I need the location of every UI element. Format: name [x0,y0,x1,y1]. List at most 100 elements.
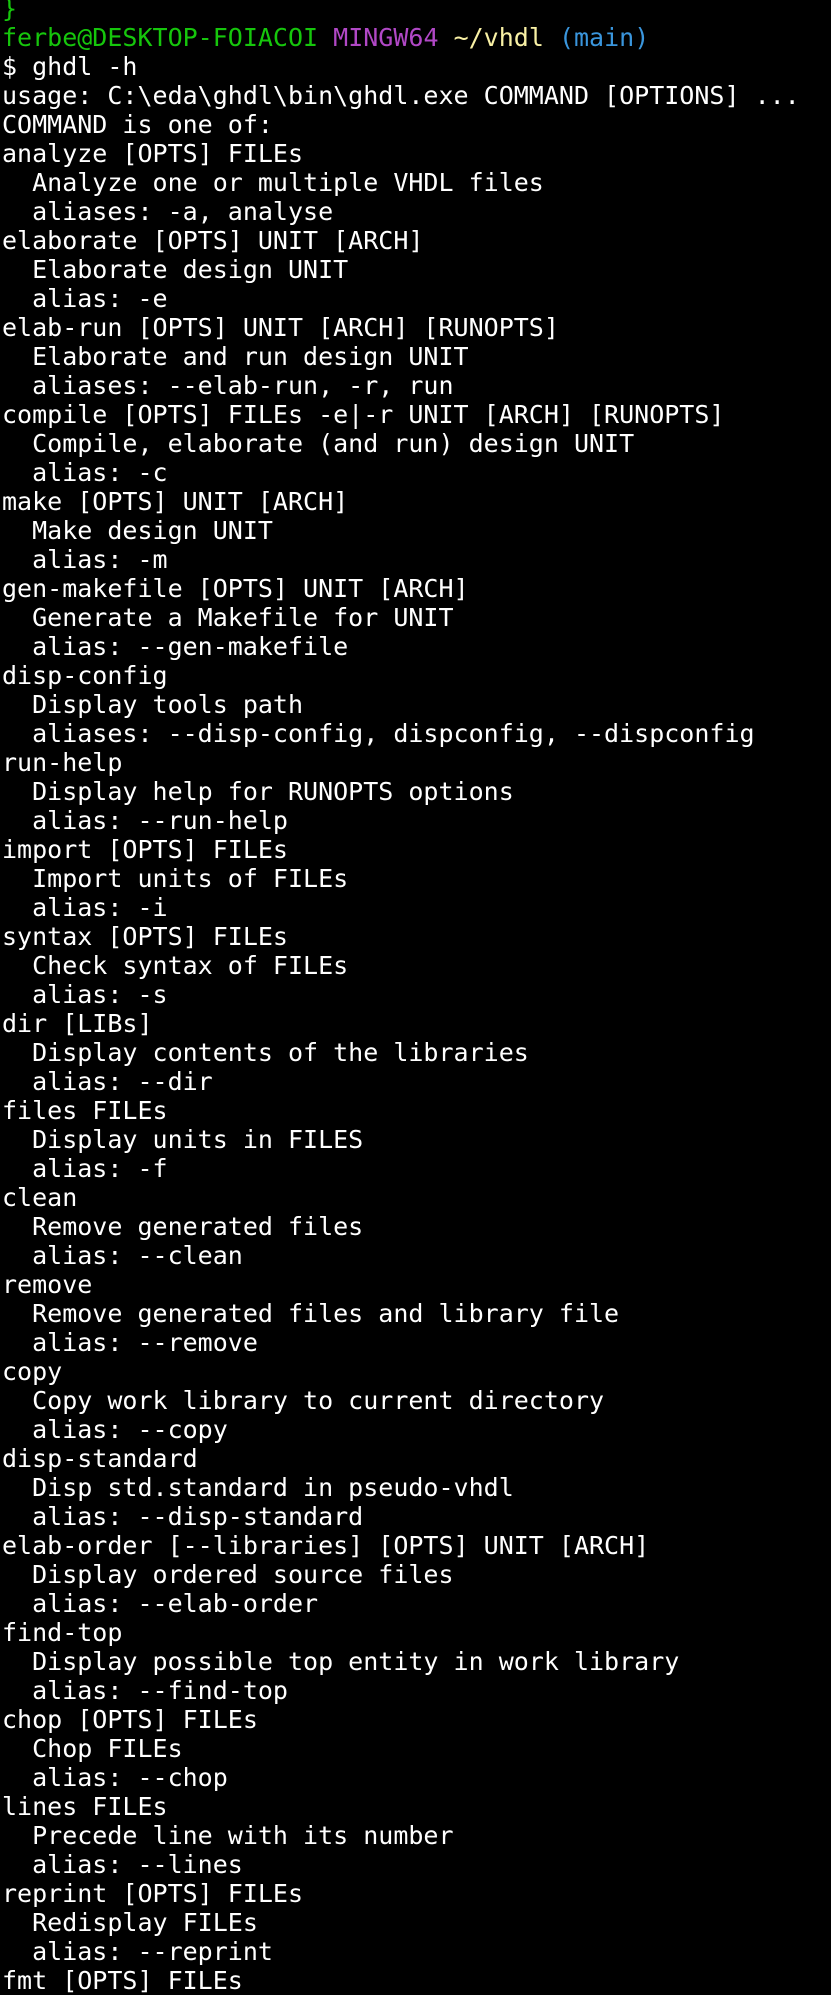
terminal-line: analyze [OPTS] FILEs [2,139,831,168]
terminal-line: alias: -c [2,458,831,487]
terminal-text-segment: alias: --gen-makefile [2,632,349,661]
terminal-line: make [OPTS] UNIT [ARCH] [2,487,831,516]
terminal-text-segment: lines FILEs [2,1792,168,1821]
terminal-line: fmt [OPTS] FILEs [2,1966,831,1995]
terminal-text-segment: alias: --remove [2,1328,258,1357]
terminal-text-segment: alias: --lines [2,1850,243,1879]
terminal-text-segment: chop [OPTS] FILEs [2,1705,258,1734]
terminal-line: elaborate [OPTS] UNIT [ARCH] [2,226,831,255]
terminal-line: alias: -m [2,545,831,574]
terminal-text-segment: alias: -c [2,458,168,487]
terminal-line: Analyze one or multiple VHDL files [2,168,831,197]
terminal-text-segment: alias: --dir [2,1067,213,1096]
terminal-text-segment: COMMAND is one of: [2,110,273,139]
terminal-line: alias: --disp-standard [2,1502,831,1531]
terminal-line: $ ghdl -h [2,52,831,81]
terminal-line: elab-run [OPTS] UNIT [ARCH] [RUNOPTS] [2,313,831,342]
terminal-text-segment: compile [OPTS] FILEs -e|-r UNIT [ARCH] [… [2,400,725,429]
terminal-text-segment: clean [2,1183,78,1212]
terminal-text-segment: $ ghdl -h [2,52,138,81]
terminal-text-segment: files FILEs [2,1096,168,1125]
terminal-line: aliases: --disp-config, dispconfig, --di… [2,719,831,748]
terminal-line: disp-config [2,661,831,690]
terminal-line: Precede line with its number [2,1821,831,1850]
terminal-line: usage: C:\eda\ghdl\bin\ghdl.exe COMMAND … [2,81,831,110]
terminal-line: } [2,0,831,23]
terminal-line: clean [2,1183,831,1212]
terminal-line: Disp std.standard in pseudo-vhdl [2,1473,831,1502]
terminal-text-segment: gen-makefile [OPTS] UNIT [ARCH] [2,574,469,603]
terminal-text-segment: Copy work library to current directory [2,1386,605,1415]
terminal-text-segment: Generate a Makefile for UNIT [2,603,454,632]
terminal-text-segment: Precede line with its number [2,1821,454,1850]
terminal-text-segment: Analyze one or multiple VHDL files [2,168,544,197]
terminal-line: Make design UNIT [2,516,831,545]
terminal-text-segment: MINGW64 [333,23,439,52]
terminal-output[interactable]: } ferbe@DESKTOP-FOIACOI MINGW64 ~/vhdl (m… [2,0,831,1995]
terminal-line: syntax [OPTS] FILEs [2,922,831,951]
terminal-text-segment: Display ordered source files [2,1560,454,1589]
terminal-line: disp-standard [2,1444,831,1473]
terminal-line: Copy work library to current directory [2,1386,831,1415]
terminal-text-segment: usage: C:\eda\ghdl\bin\ghdl.exe COMMAND … [2,81,800,110]
terminal-line: lines FILEs [2,1792,831,1821]
terminal-line: Display possible top entity in work libr… [2,1647,831,1676]
terminal-line: Chop FILEs [2,1734,831,1763]
terminal-line: alias: --elab-order [2,1589,831,1618]
terminal-text-segment: alias: -s [2,980,168,1009]
terminal-text-segment: Display tools path [2,690,304,719]
terminal-text-segment: Make design UNIT [2,516,273,545]
terminal-line: Display help for RUNOPTS options [2,777,831,806]
terminal-text-segment: alias: -e [2,284,168,313]
terminal-text-segment: disp-standard [2,1444,198,1473]
terminal-text-segment: remove [2,1270,93,1299]
terminal-text-segment: (main) [558,23,650,52]
terminal-text-segment: alias: -m [2,545,168,574]
terminal-line: alias: --remove [2,1328,831,1357]
terminal-line: Remove generated files and library file [2,1299,831,1328]
terminal-line: alias: --run-help [2,806,831,835]
terminal-text-segment: Chop FILEs [2,1734,183,1763]
terminal-text-segment: elaborate [OPTS] UNIT [ARCH] [2,226,424,255]
terminal-text-segment: Display possible top entity in work libr… [2,1647,680,1676]
terminal-text-segment: alias: --disp-standard [2,1502,364,1531]
terminal-text-segment: Compile, elaborate (and run) design UNIT [2,429,635,458]
terminal-text-segment: Remove generated files and library file [2,1299,620,1328]
terminal-text-segment: import [OPTS] FILEs [2,835,288,864]
terminal-line: Elaborate and run design UNIT [2,342,831,371]
terminal-text-segment: Import units of FILEs [2,864,349,893]
terminal-line: dir [LIBs] [2,1009,831,1038]
terminal-text-segment: aliases: -a, analyse [2,197,334,226]
terminal-text-segment: disp-config [2,661,168,690]
terminal-line: copy [2,1357,831,1386]
terminal-text-segment: ~/vhdl [453,23,544,52]
terminal-text-segment: Display contents of the libraries [2,1038,529,1067]
terminal-line: Redisplay FILEs [2,1908,831,1937]
terminal-text-segment: find-top [2,1618,123,1647]
terminal-text-segment: Disp std.standard in pseudo-vhdl [2,1473,514,1502]
terminal-line: find-top [2,1618,831,1647]
terminal-text-segment: alias: --reprint [2,1937,273,1966]
terminal-text-segment: alias: --run-help [2,806,288,835]
terminal-line: Import units of FILEs [2,864,831,893]
terminal-text-segment: Redisplay FILEs [2,1908,258,1937]
terminal-line: alias: --reprint [2,1937,831,1966]
terminal-text-segment: alias: --elab-order [2,1589,319,1618]
terminal-line: alias: -f [2,1154,831,1183]
terminal-text-segment: elab-order [--libraries] [OPTS] UNIT [AR… [2,1531,650,1560]
terminal-line: Remove generated files [2,1212,831,1241]
terminal-line: Display ordered source files [2,1560,831,1589]
terminal-text-segment: Check syntax of FILEs [2,951,349,980]
terminal-line: ferbe@DESKTOP-FOIACOI MINGW64 ~/vhdl (ma… [2,23,831,52]
terminal-line: aliases: --elab-run, -r, run [2,371,831,400]
terminal-line: alias: --find-top [2,1676,831,1705]
terminal-line: Elaborate design UNIT [2,255,831,284]
terminal-line: Compile, elaborate (and run) design UNIT [2,429,831,458]
terminal-line: alias: -s [2,980,831,1009]
terminal-text-segment: aliases: --disp-config, dispconfig, --di… [2,719,755,748]
terminal-line: alias: --lines [2,1850,831,1879]
terminal-text-segment: syntax [OPTS] FILEs [2,922,288,951]
